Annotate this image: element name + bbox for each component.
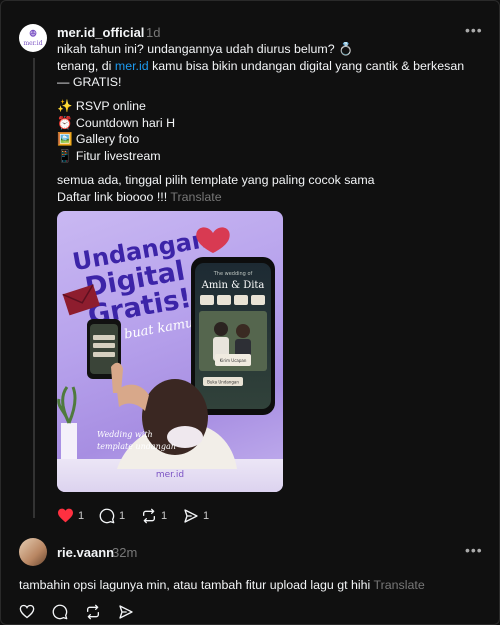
reply-username[interactable]: rie.vaann [57,545,114,560]
brand-watermark: mer.id [156,470,184,480]
post-line: semua ada, tinggal pilih template yang p… [57,173,375,187]
post-text: tenang, di [57,59,115,73]
repost-icon [87,604,99,620]
more-options-icon[interactable]: ••• [465,22,483,38]
reply-like-button[interactable] [19,604,35,619]
reply-avatar[interactable] [19,538,47,566]
phone-small-label: Kirim Ucapan [220,358,247,363]
share-count: 1 [203,510,210,522]
phone-mockup-large: The wedding of Amin & Dita Kirim Ucapan … [191,257,275,415]
reply-repost-button[interactable] [85,604,101,620]
reply-line: tambahin opsi lagunya min, atau tambah f… [19,577,425,594]
brand-logo-icon: ꔮ [29,28,37,40]
repost-icon [143,508,155,524]
send-icon [184,509,198,523]
repost-count: 1 [161,510,168,522]
phone-button: Buka Undangan [207,380,239,385]
comment-button[interactable]: 1 [99,508,125,524]
avatar-label: mer.id [23,39,43,47]
phone-names: Amin & Dita [201,280,265,291]
reply-share-button[interactable] [118,604,134,620]
script-text-line2: template undangan [97,442,176,451]
reply-translate-link[interactable]: Translate [374,578,425,592]
comment-count: 1 [119,510,126,522]
post-line: nikah tahun ini? undangannya udah diurus… [57,42,354,56]
reply-text: tambahin opsi lagunya min, atau tambah f… [19,578,371,592]
reply-time: 32m [112,545,138,560]
translate-link[interactable]: Translate [170,190,221,204]
post-text: kamu bisa bikin undangan digital yang ca… [148,59,465,73]
reply-comment-button[interactable] [52,604,68,620]
script-text-line1: Wedding with [97,430,153,439]
post-image[interactable]: Undangan Digital Gratis! buat kamu The w… [57,211,283,492]
feature-rsvp: ✨ RSVP online [57,99,146,113]
feature-gallery: 🖼️ Gallery foto [57,132,140,146]
heart-filled-icon [58,508,73,523]
send-icon [119,605,133,619]
post-line: — GRATIS! [57,75,122,89]
feature-countdown: ⏰ Countdown hari H [57,116,176,130]
feature-livestream: 📱 Fitur livestream [57,149,161,163]
post-text: Daftar link bioooo !!! [57,190,168,204]
mention-link[interactable]: mer.id [115,59,149,73]
post-time: 1d [146,25,161,40]
promo-illustration: Undangan Digital Gratis! buat kamu The w… [57,225,283,492]
comment-icon [52,604,68,620]
avatar[interactable]: ꔮ mer.id [19,24,47,52]
post-username[interactable]: mer.id_official [57,25,144,40]
repost-button[interactable]: 1 [141,508,167,524]
post-line: Daftar link bioooo !!! Translate [57,189,222,206]
heart-icon [19,604,35,619]
plant-decoration [57,386,77,459]
like-button[interactable]: 1 [57,508,84,523]
post-line: tenang, di mer.id kamu bisa bikin undang… [57,58,464,75]
phone-tagline: The wedding of [213,271,253,277]
like-count: 1 [78,509,85,522]
share-button[interactable]: 1 [183,508,209,524]
comment-icon [99,508,115,524]
thread-line [33,58,35,518]
reply-more-options-icon[interactable]: ••• [465,542,483,558]
